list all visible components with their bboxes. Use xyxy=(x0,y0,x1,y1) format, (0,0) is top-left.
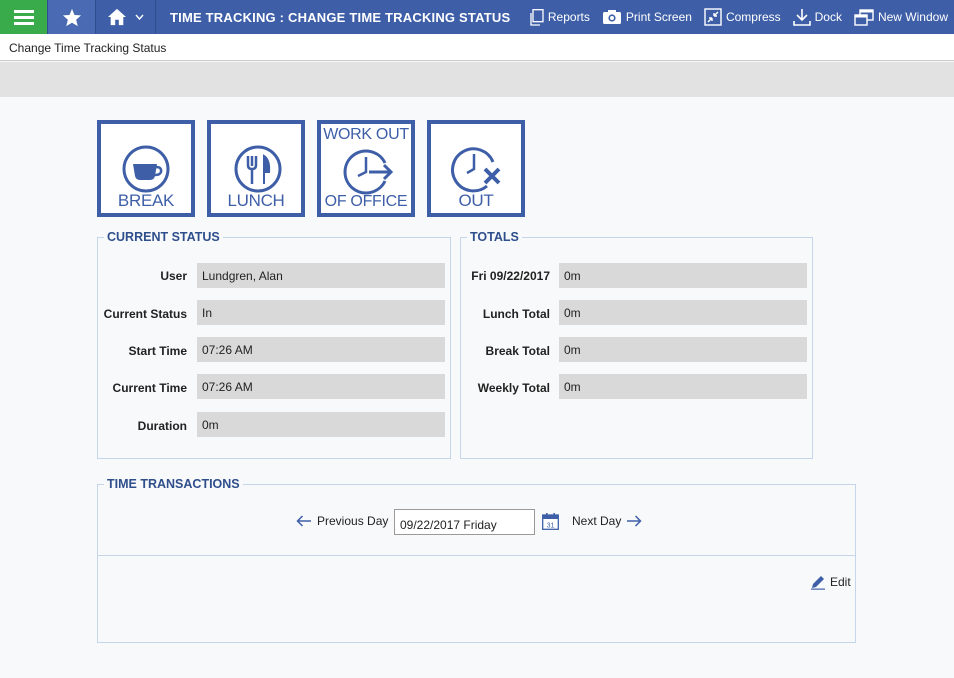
next-day-button[interactable]: Next Day xyxy=(572,514,642,528)
lunch-total-value: 0m xyxy=(559,300,807,325)
clock-arrow-icon xyxy=(343,149,394,195)
home-button[interactable] xyxy=(96,0,156,34)
lunch-label: LUNCH xyxy=(227,191,285,210)
compress-icon xyxy=(704,8,722,26)
current-time-label: Current Time xyxy=(112,381,187,395)
next-day-label: Next Day xyxy=(572,514,622,528)
current-time-value: 07:26 AM xyxy=(197,374,445,399)
compress-label: Compress xyxy=(725,10,781,24)
work-out-of-office-button[interactable]: WORK OUT OF OFFICE xyxy=(317,120,415,217)
new-window-button[interactable]: New Window xyxy=(854,8,948,26)
camera-icon xyxy=(602,10,621,24)
break-label: BREAK xyxy=(117,191,175,210)
dock-button[interactable]: Dock xyxy=(792,8,842,26)
print-screen-label: Print Screen xyxy=(625,10,692,24)
user-label: User xyxy=(160,269,187,283)
lunch-total-label: Lunch Total xyxy=(482,307,550,321)
day-total-value: 0m xyxy=(559,263,807,288)
duration-value: 0m xyxy=(197,412,445,437)
of-office-label: OF OFFICE xyxy=(324,193,408,210)
lunch-button[interactable]: LUNCH xyxy=(207,120,305,217)
page-title: TIME TRACKING : CHANGE TIME TRACKING STA… xyxy=(170,9,511,25)
out-button[interactable]: OUT xyxy=(427,120,525,217)
hamburger-icon xyxy=(13,10,34,25)
duration-label: Duration xyxy=(137,419,187,433)
coffee-cup-icon xyxy=(122,145,170,193)
arrow-right-icon xyxy=(627,515,642,527)
weekly-total-label: Weekly Total xyxy=(477,381,550,395)
toolbar-actions: Reports Print Screen Compress Dock New W… xyxy=(530,0,954,34)
time-transactions-title: TIME TRANSACTIONS xyxy=(104,477,243,491)
breadcrumb: Change Time Tracking Status xyxy=(0,34,954,61)
current-status-value: In xyxy=(197,300,445,325)
favorites-button[interactable] xyxy=(47,0,96,34)
totals-title: TOTALS xyxy=(467,230,522,244)
reports-icon xyxy=(530,8,544,26)
dock-icon xyxy=(792,9,811,26)
print-screen-button[interactable]: Print Screen xyxy=(602,9,692,25)
calendar-button[interactable]: 31 xyxy=(542,513,559,535)
user-value: Lundgren, Alan xyxy=(197,263,445,288)
new-window-icon xyxy=(854,8,874,26)
break-total-label: Break Total xyxy=(485,344,550,358)
start-time-value: 07:26 AM xyxy=(197,337,445,362)
compress-button[interactable]: Compress xyxy=(704,8,781,26)
current-status-title: CURRENT STATUS xyxy=(104,230,223,244)
start-time-label: Start Time xyxy=(128,344,187,358)
calendar-icon: 31 xyxy=(542,513,559,530)
current-status-label: Current Status xyxy=(103,307,187,321)
break-button[interactable]: BREAK xyxy=(97,120,195,217)
reports-button[interactable]: Reports xyxy=(530,8,590,26)
arrow-left-icon xyxy=(296,515,311,527)
work-out-label: WORK OUT xyxy=(323,126,409,143)
previous-day-button[interactable]: Previous Day xyxy=(296,514,388,528)
edit-button[interactable]: Edit xyxy=(810,574,851,590)
edit-label: Edit xyxy=(830,575,851,589)
star-icon xyxy=(62,8,81,26)
header-band xyxy=(0,62,954,97)
dock-label: Dock xyxy=(814,10,842,24)
out-label: OUT xyxy=(458,191,494,210)
top-bar: TIME TRACKING : CHANGE TIME TRACKING STA… xyxy=(0,0,954,34)
reports-label: Reports xyxy=(547,10,590,24)
pencil-icon xyxy=(811,576,825,590)
fork-knife-icon xyxy=(234,145,282,193)
hamburger-menu-button[interactable] xyxy=(0,0,47,34)
break-total-value: 0m xyxy=(559,337,807,362)
previous-day-label: Previous Day xyxy=(317,514,389,528)
date-input[interactable] xyxy=(394,509,535,535)
clock-x-icon xyxy=(451,147,501,193)
home-icon xyxy=(108,8,126,26)
calendar-day-number: 31 xyxy=(547,523,555,530)
chevron-down-icon xyxy=(135,14,144,20)
weekly-total-value: 0m xyxy=(559,374,807,399)
transactions-list xyxy=(97,555,856,643)
new-window-label: New Window xyxy=(877,10,948,24)
day-total-label: Fri 09/22/2017 xyxy=(471,269,550,283)
